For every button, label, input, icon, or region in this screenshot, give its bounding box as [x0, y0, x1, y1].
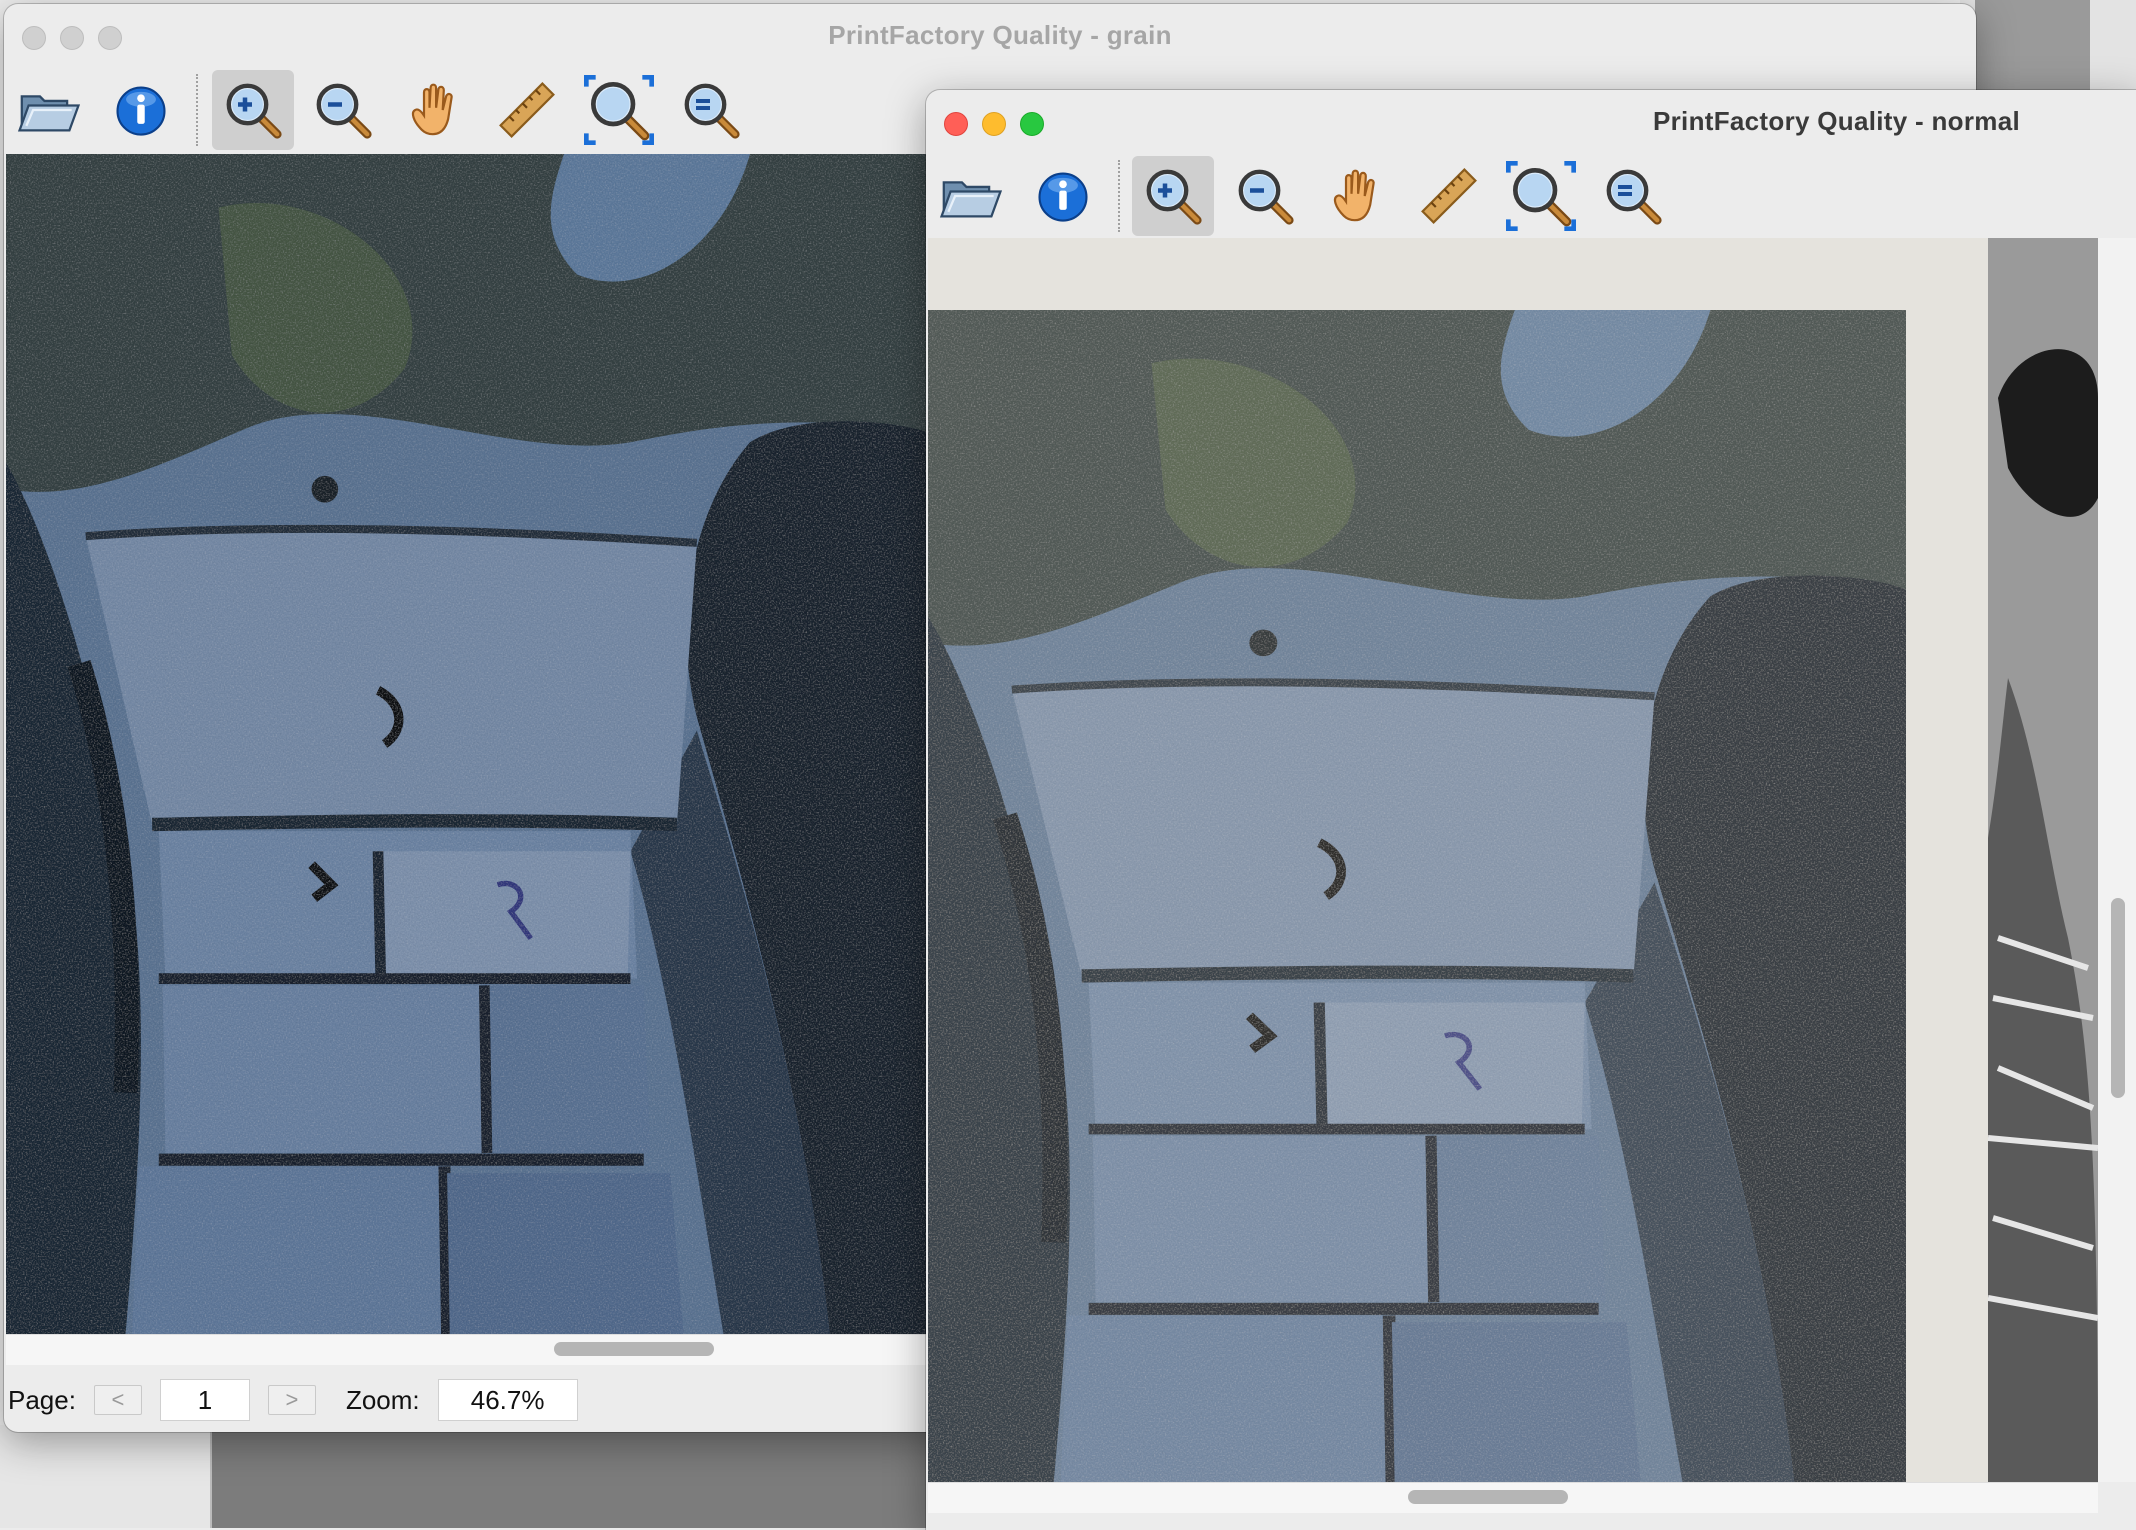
scroll-thumb[interactable]	[554, 1342, 714, 1356]
zoom-actual-button[interactable]	[670, 70, 752, 150]
next-page-button[interactable]: >	[267, 1385, 316, 1415]
close-button[interactable]	[944, 112, 968, 136]
preview-image	[928, 310, 1906, 1482]
traffic-lights	[944, 112, 1044, 136]
zoom-actual-icon	[678, 77, 744, 143]
folder-open-icon	[937, 162, 1005, 230]
vertical-scrollbar[interactable]	[2098, 238, 2136, 1482]
zoom-in-icon	[1140, 163, 1206, 229]
info-icon	[109, 78, 173, 142]
pan-button[interactable]	[394, 70, 476, 150]
zoom-label: Zoom:	[345, 1384, 420, 1415]
prev-page-button[interactable]: <	[93, 1385, 142, 1415]
close-button[interactable]	[22, 26, 46, 50]
toolbar-separator	[196, 74, 198, 146]
maximize-button[interactable]	[98, 26, 122, 50]
pan-button[interactable]	[1316, 156, 1398, 236]
ruler-icon	[1416, 163, 1482, 229]
page-label: Page:	[8, 1384, 76, 1415]
image-viewport[interactable]	[928, 238, 2098, 1482]
folder-open-icon	[15, 76, 83, 144]
zoom-fit-icon	[584, 75, 654, 145]
open-button[interactable]	[8, 70, 90, 150]
background-window-edge	[0, 1425, 212, 1528]
zoom-in-button[interactable]	[1132, 156, 1214, 236]
background-window-panel	[1975, 0, 2090, 95]
horizontal-scrollbar[interactable]	[928, 1482, 2098, 1513]
toolbar	[926, 152, 2136, 238]
info-button[interactable]	[1022, 156, 1104, 236]
zoom-in-icon	[220, 77, 286, 143]
preview-image	[6, 154, 936, 1334]
scroll-thumb[interactable]	[1408, 1490, 1568, 1504]
hand-icon	[1324, 163, 1390, 229]
window-title-text: PrintFactory Quality - normal	[1653, 105, 2020, 136]
info-button[interactable]	[100, 70, 182, 150]
window-title: PrintFactory Quality - normal	[926, 90, 2136, 152]
measure-button[interactable]	[486, 70, 568, 150]
zoom-out-icon	[310, 77, 376, 143]
zoom-fit-button[interactable]	[578, 70, 660, 150]
zoom-in-button[interactable]	[212, 70, 294, 150]
zoom-fit-button[interactable]	[1500, 156, 1582, 236]
info-icon	[1031, 164, 1095, 228]
window-normal: PrintFactory Quality - normal	[926, 90, 2136, 1530]
ruler-icon	[494, 77, 560, 143]
zoom-out-button[interactable]	[1224, 156, 1306, 236]
page-number-field[interactable]: 1	[159, 1379, 250, 1421]
zoom-actual-icon	[1600, 163, 1666, 229]
minimize-button[interactable]	[60, 26, 84, 50]
toolbar-separator	[1118, 160, 1120, 232]
window-title-text: PrintFactory Quality - grain	[828, 19, 1172, 50]
adjacent-preview-image	[1988, 238, 2098, 1482]
maximize-button[interactable]	[1020, 112, 1044, 136]
zoom-out-icon	[1232, 163, 1298, 229]
scroll-thumb[interactable]	[2111, 898, 2125, 1098]
minimize-button[interactable]	[982, 112, 1006, 136]
zoom-actual-button[interactable]	[1592, 156, 1674, 236]
window-title: PrintFactory Quality - grain	[4, 4, 1976, 66]
zoom-out-button[interactable]	[302, 70, 384, 150]
background-window-lower	[210, 1425, 930, 1528]
open-button[interactable]	[930, 156, 1012, 236]
measure-button[interactable]	[1408, 156, 1490, 236]
zoom-fit-icon	[1506, 161, 1576, 231]
traffic-lights	[22, 26, 122, 50]
hand-icon	[402, 77, 468, 143]
zoom-field[interactable]: 46.7%	[437, 1379, 578, 1421]
